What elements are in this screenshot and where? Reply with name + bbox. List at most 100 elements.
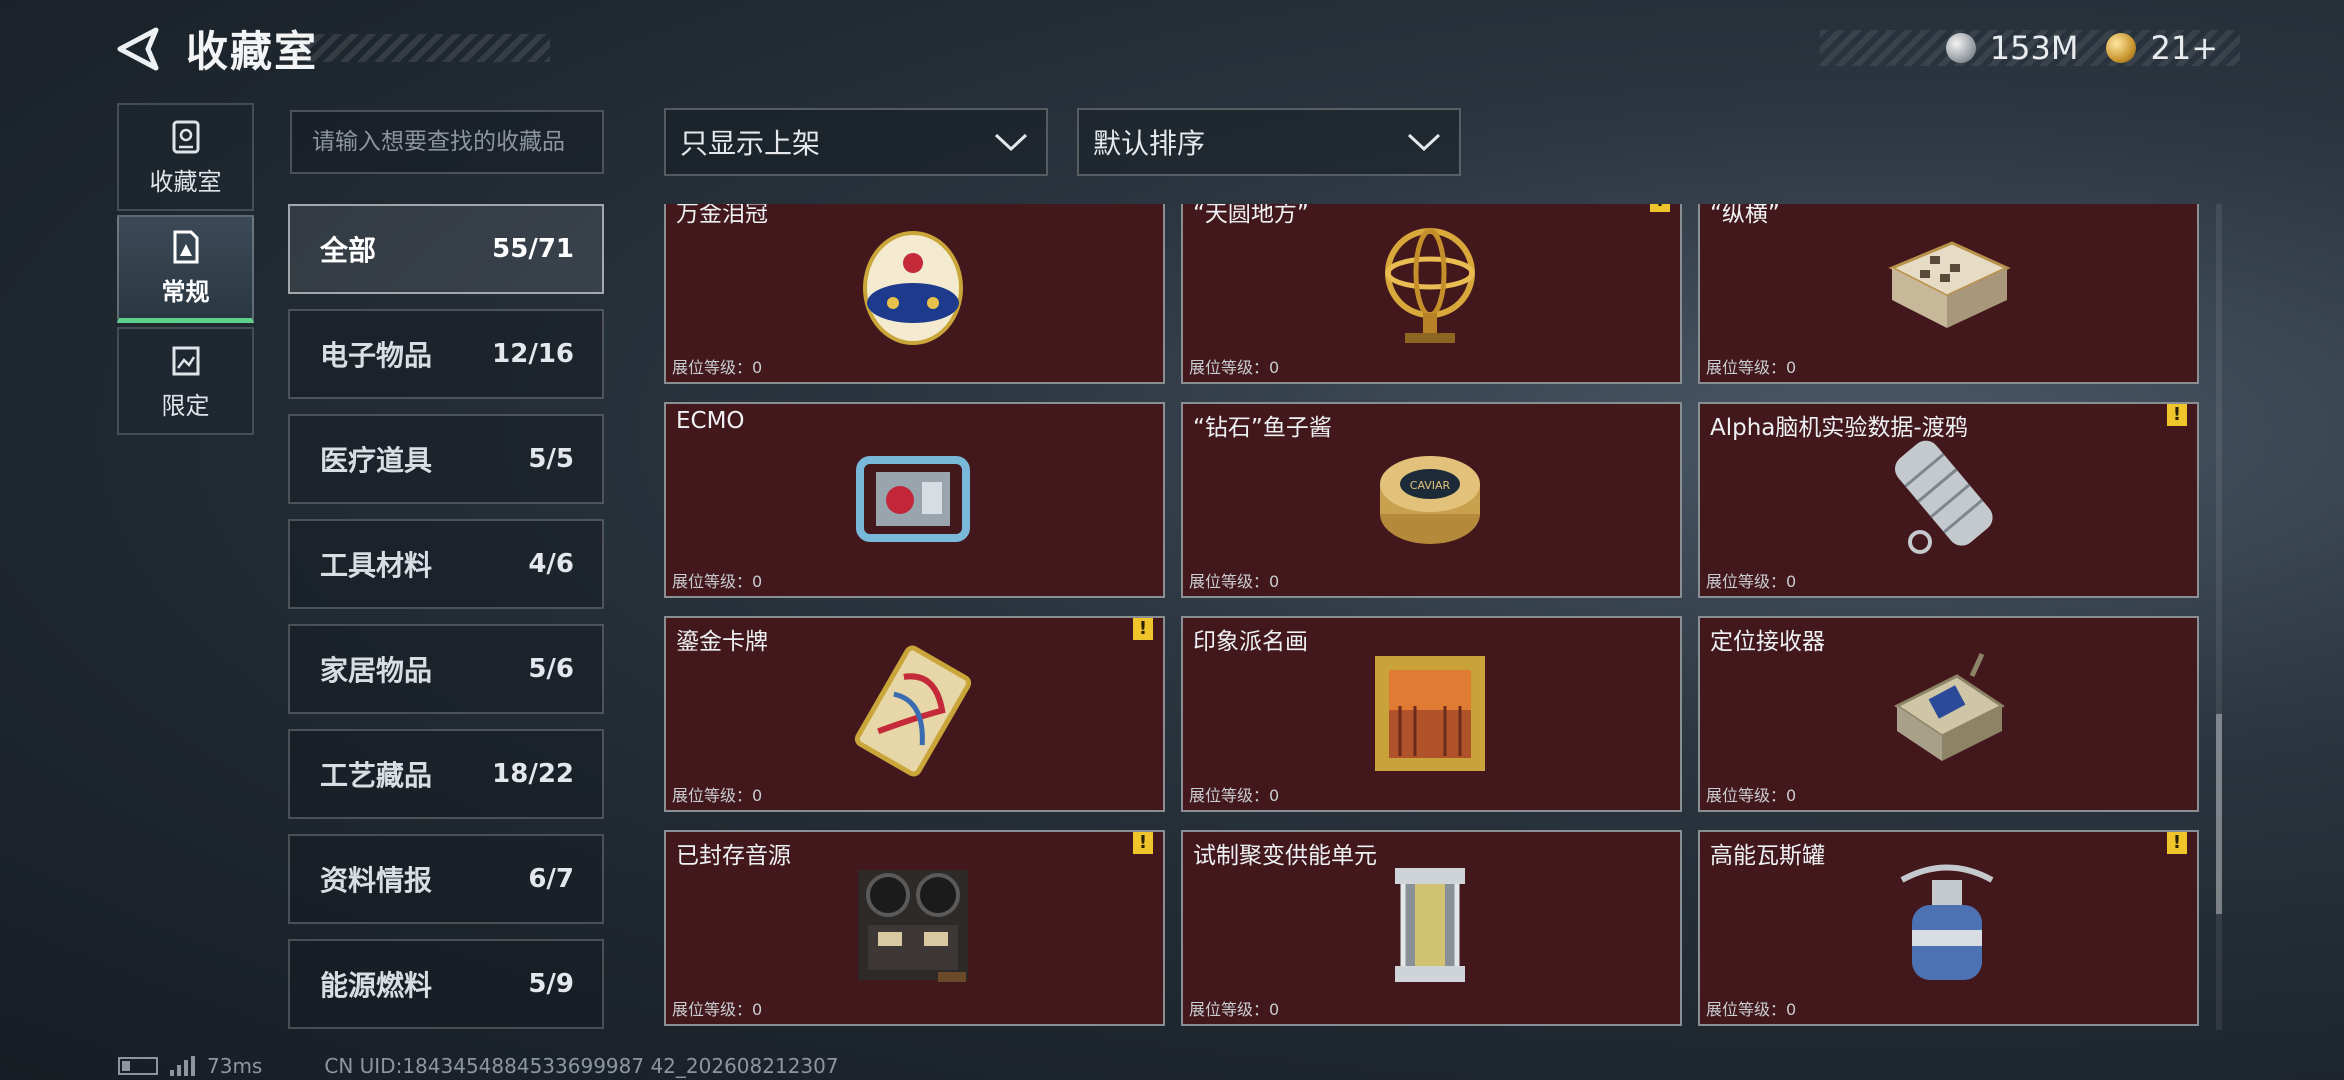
svg-text:CAVIAR: CAVIAR [1410,479,1451,492]
collectible-card-tianyuan-difang[interactable]: “天圆地方” 展位等级：0! [1181,204,1682,384]
status-bar: 73ms CN UID:1843454884533699987 42_20260… [118,1054,839,1078]
booth-level: 展位等级：0 [1189,1000,1280,1019]
collectible-name: 鎏金卡牌 [676,629,768,655]
category-count: 6/7 [528,864,574,894]
category-count: 5/9 [528,969,574,999]
nav-tab-collection-room[interactable]: 收藏室 [117,103,254,211]
collectible-card-fusion-unit[interactable]: 试制聚变供能单元展位等级：0 [1181,830,1682,1026]
category-crafts[interactable]: 工艺藏品 18/22 [288,729,604,819]
collectible-card-zongheng[interactable]: “纵横” 展位等级：0 [1698,204,2199,384]
booth-level: 展位等级：0 [1706,1000,1797,1019]
collectible-name: 已封存音源 [676,843,791,869]
chess-box-image [1888,241,2011,328]
collectible-name: Alpha脑机实验数据-渡鸦 [1710,415,1968,441]
collectible-name: 万金泪冠 [676,204,768,227]
tape-recorder-image [858,870,968,982]
top-bar: 收藏室 153M 21+ [0,0,2344,100]
collectible-card-locator-receiver[interactable]: 定位接收器 展位等级：0 [1698,616,2199,812]
collectible-card-ecmo[interactable]: ECMO 展位等级：0 [664,402,1165,598]
category-name: 全部 [320,234,377,267]
category-name: 工具材料 [320,549,433,582]
booth-level: 展位等级：0 [1189,786,1280,805]
sort-dropdown-value: 默认排序 [1093,127,1206,160]
category-intel[interactable]: 资料情报 6/7 [288,834,604,924]
fusion-cell-image [1395,868,1465,982]
collectible-name: 印象派名画 [1193,629,1308,655]
collectible-name: “钻石”鱼子酱 [1193,415,1332,441]
gold-amount[interactable]: 21+ [2150,29,2218,67]
data-cylinder-image [1895,440,1993,554]
booth-level: 展位等级：0 [1189,572,1280,591]
collectible-card-gas-canister[interactable]: 高能瓦斯罐展位等级：0! [1698,830,2199,1026]
scrollbar[interactable] [2216,204,2222,1030]
category-tools[interactable]: 工具材料 4/6 [288,519,604,609]
gold-medal-icon [2106,33,2137,63]
category-name: 医疗道具 [320,444,433,477]
nav-tab-regular[interactable]: 常规 [117,215,254,323]
booth-level: 展位等级：0 [1706,572,1797,591]
booth-level: 展位等级：0 [1706,358,1797,377]
collectible-card-diamond-caviar[interactable]: CAVIAR “钻石”鱼子酱展位等级：0 [1181,402,1682,598]
booth-level: 展位等级：0 [672,572,763,591]
collectible-name: 高能瓦斯罐 [1710,843,1825,869]
category-count: 4/6 [528,549,574,579]
silver-coin-icon [1945,33,1976,63]
search-box [290,110,604,174]
category-name: 工艺藏品 [320,759,433,792]
booth-level: 展位等级：0 [672,358,763,377]
filter-dropdown[interactable]: 只显示上架 [664,108,1048,176]
warning-icon: ! [1133,832,1153,854]
jeweled-egg-image [863,231,963,345]
nav-tab-label: 收藏室 [149,167,222,196]
booth-level: 展位等级：0 [672,786,763,805]
collectibles-grid: 万金泪冠展位等级：0 “天圆地方” 展位等级：0! “纵横” 展位等级：0 ECMO 展位等… [664,204,2206,1030]
nav-tab-limited[interactable]: 限定 [117,327,254,435]
warning-icon: ! [1650,204,1670,212]
ping-value: 73ms [207,1054,263,1078]
category-count: 12/16 [492,339,574,369]
warning-icon: ! [2167,404,2187,426]
title-decoration [300,34,550,62]
category-count: 5/5 [528,444,574,474]
warning-icon: ! [2167,832,2187,854]
search-input[interactable] [312,129,602,155]
collectible-card-gilded-card[interactable]: 鎏金卡牌展位等级：0! [664,616,1165,812]
chevron-down-icon [994,133,1028,152]
category-count: 5/6 [528,654,574,684]
category-count: 55/71 [492,234,574,264]
gold-card-image [854,645,972,777]
category-count: 18/22 [492,759,574,789]
collectible-name: 试制聚变供能单元 [1193,843,1377,869]
currency-bar: 153M 21+ [1820,29,2240,67]
category-household[interactable]: 家居物品 5/6 [288,624,604,714]
collectible-name: 定位接收器 [1710,629,1825,655]
collectible-card-wanjin-leiguan[interactable]: 万金泪冠展位等级：0 [664,204,1165,384]
collectible-name: “天圆地方” [1193,204,1309,227]
regular-icon [173,230,198,264]
gas-canister-image [1900,864,1994,980]
back-arrow-icon[interactable] [116,26,162,72]
category-electronics[interactable]: 电子物品 12/16 [288,309,604,399]
collectible-card-alpha-data-raven[interactable]: Alpha脑机实验数据-渡鸦展位等级：0! [1698,402,2199,598]
collection-room-icon [172,120,199,153]
uid-text: CN UID:1843454884533699987 42_2026082123… [324,1054,839,1078]
category-name: 家居物品 [320,654,433,687]
category-medical[interactable]: 医疗道具 5/5 [288,414,604,504]
framed-painting-image [1375,656,1485,771]
collectible-card-sealed-audio[interactable]: 已封存音源 展位等级：0! [664,830,1165,1026]
booth-level: 展位等级：0 [1189,358,1280,377]
caviar-tin-image: CAVIAR [1380,456,1480,544]
scrollbar-thumb[interactable] [2216,714,2222,914]
sort-dropdown[interactable]: 默认排序 [1077,108,1461,176]
category-energy[interactable]: 能源燃料 5/9 [288,939,604,1029]
nav-tab-label: 限定 [161,391,210,420]
chevron-down-icon [1407,133,1441,152]
nav-tab-label: 常规 [161,278,210,306]
warning-icon: ! [1133,618,1153,640]
ecmo-machine-image [856,456,970,542]
collectible-card-impressionist-painting[interactable]: 印象派名画展位等级：0 [1181,616,1682,812]
filter-dropdown-value: 只显示上架 [680,127,821,160]
category-name: 电子物品 [320,339,433,372]
category-all[interactable]: 全部 55/71 [288,204,604,294]
collectible-name: “纵横” [1710,204,1780,227]
